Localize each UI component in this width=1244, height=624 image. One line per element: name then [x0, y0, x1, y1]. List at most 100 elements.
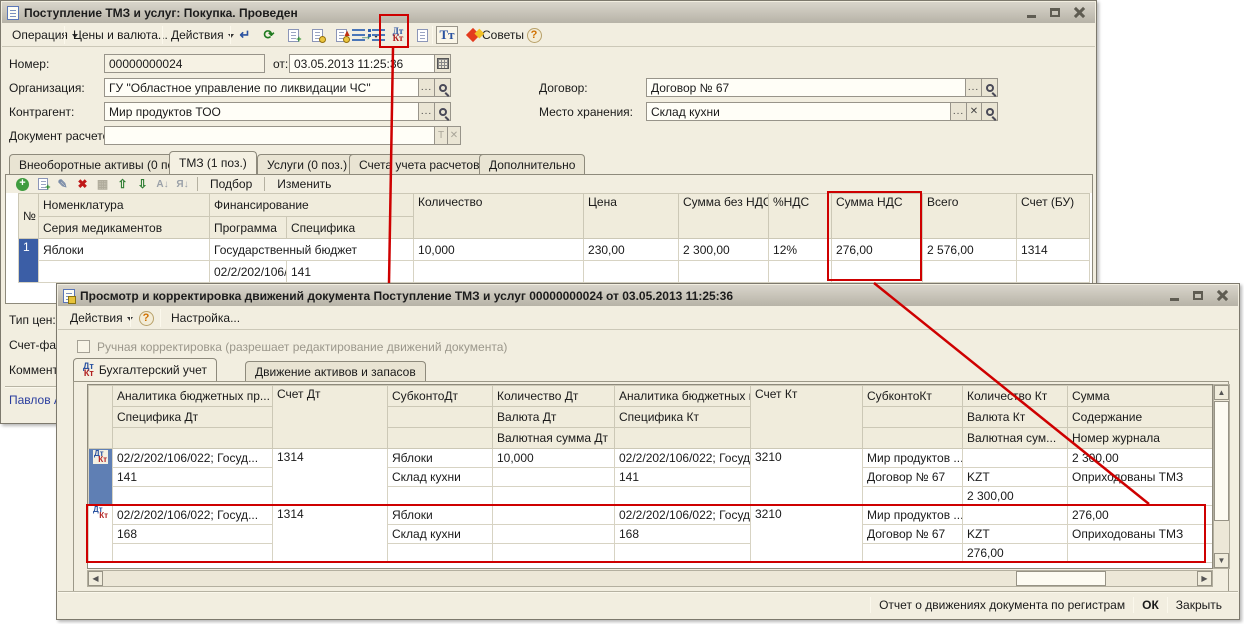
- cell[interactable]: 2 300,00: [1068, 449, 1213, 468]
- settings-button[interactable]: Настройка...: [165, 308, 246, 328]
- cell[interactable]: KZT: [963, 468, 1068, 487]
- table-row[interactable]: 1 Яблоки Государственный бюджет 10,000 2…: [19, 239, 1090, 261]
- contractor-input[interactable]: Мир продуктов ТОО: [104, 102, 419, 121]
- posting-row[interactable]: 2 300,00: [89, 487, 1213, 506]
- manual-correction-checkbox[interactable]: [77, 340, 90, 353]
- cell[interactable]: 02/2/202/106/022; Госуд...: [113, 449, 273, 468]
- cell[interactable]: [679, 261, 769, 283]
- tips-button[interactable]: Советы: [462, 25, 530, 45]
- posting-row[interactable]: 168 Склад кухни 168 Договор № 67 KZT Опр…: [89, 525, 1213, 544]
- organization-search-button[interactable]: [434, 78, 451, 97]
- minimize-button[interactable]: [1020, 5, 1042, 21]
- horizontal-scrollbar[interactable]: ◀ ▶: [87, 570, 1213, 587]
- scrollbar-thumb[interactable]: [1214, 401, 1229, 521]
- close-button[interactable]: [1068, 5, 1090, 21]
- cell[interactable]: [414, 261, 584, 283]
- ok-button[interactable]: ОК: [1134, 596, 1167, 614]
- cell[interactable]: 1314: [273, 449, 388, 506]
- tab-accounting[interactable]: ДтКт Бухгалтерский учет: [73, 358, 217, 381]
- cell[interactable]: [963, 449, 1068, 468]
- warehouse-clear-button[interactable]: [966, 102, 982, 121]
- settlement-doc-clear-button[interactable]: [447, 126, 461, 145]
- maximize-button[interactable]: [1044, 5, 1066, 21]
- cell[interactable]: 168: [615, 525, 751, 544]
- cell[interactable]: [832, 261, 923, 283]
- tab-additional[interactable]: Дополнительно: [479, 154, 585, 174]
- number-input[interactable]: 00000000024: [104, 54, 265, 73]
- cell[interactable]: 2 576,00: [923, 239, 1017, 261]
- cell[interactable]: 276,00: [1068, 506, 1213, 525]
- move-up-icon[interactable]: ⇧: [114, 176, 131, 192]
- posting-row[interactable]: 141 Склад кухни 141 Договор № 67 KZT Опр…: [89, 468, 1213, 487]
- cell[interactable]: Договор № 67: [863, 525, 963, 544]
- edit-icon[interactable]: ✎: [54, 176, 71, 192]
- cell[interactable]: [388, 544, 493, 563]
- cell[interactable]: Мир продуктов ...: [863, 506, 963, 525]
- contract-input[interactable]: Договор № 67: [646, 78, 966, 97]
- tab-assets-movement[interactable]: Движение активов и запасов: [245, 361, 426, 381]
- cell[interactable]: [493, 487, 615, 506]
- settlement-doc-type-button[interactable]: T: [434, 126, 448, 145]
- doc-list-icon[interactable]: [412, 26, 432, 44]
- cell[interactable]: [493, 525, 615, 544]
- dt-kt-icon[interactable]: ДтКт: [89, 449, 113, 506]
- cell[interactable]: [584, 261, 679, 283]
- warehouse-search-button[interactable]: [981, 102, 998, 121]
- dialog-title-bar[interactable]: Просмотр и корректировка движений докуме…: [58, 285, 1238, 306]
- cell[interactable]: [923, 261, 1017, 283]
- scrollbar-thumb[interactable]: [1016, 571, 1106, 586]
- cell[interactable]: Яблоки: [388, 449, 493, 468]
- contract-search-button[interactable]: [981, 78, 998, 97]
- cell[interactable]: [863, 544, 963, 563]
- structure-icon[interactable]: [348, 26, 368, 44]
- cell[interactable]: KZT: [963, 525, 1068, 544]
- refresh-post-icon[interactable]: ⟳: [259, 26, 279, 44]
- cell[interactable]: Яблоки: [39, 239, 210, 261]
- pick-button[interactable]: Подбор: [204, 177, 258, 191]
- cell[interactable]: 1314: [1017, 239, 1090, 261]
- cell[interactable]: 1314: [273, 506, 388, 563]
- vertical-scrollbar[interactable]: ▲ ▼: [1213, 384, 1230, 569]
- posting-row[interactable]: 276,00: [89, 544, 1213, 563]
- organization-select-button[interactable]: [418, 78, 435, 97]
- calendar-button[interactable]: [434, 54, 451, 73]
- cell[interactable]: 02/2/202/106/022; Государс...: [615, 449, 751, 468]
- cell[interactable]: [39, 261, 210, 283]
- tt-icon[interactable]: Тт: [435, 26, 459, 44]
- contract-select-button[interactable]: [965, 78, 982, 97]
- cell[interactable]: [493, 506, 615, 525]
- contractor-search-button[interactable]: [434, 102, 451, 121]
- cell[interactable]: [113, 544, 273, 563]
- sort-asc-icon[interactable]: А↓: [154, 176, 171, 192]
- cell[interactable]: 2 300,00: [679, 239, 769, 261]
- settlement-doc-input[interactable]: [104, 126, 435, 145]
- save-post-icon[interactable]: ↵: [235, 26, 255, 44]
- cell[interactable]: [493, 468, 615, 487]
- cell[interactable]: [1017, 261, 1090, 283]
- cell[interactable]: Склад кухни: [388, 468, 493, 487]
- cell[interactable]: Оприходованы ТМЗ: [1068, 525, 1213, 544]
- cell[interactable]: 2 300,00: [963, 487, 1068, 506]
- cell[interactable]: Мир продуктов ...: [863, 449, 963, 468]
- help-icon[interactable]: ?: [136, 309, 156, 327]
- cell[interactable]: 3210: [751, 449, 863, 506]
- cell[interactable]: 230,00: [584, 239, 679, 261]
- cell[interactable]: [769, 261, 832, 283]
- scroll-right-button[interactable]: ▶: [1197, 571, 1212, 586]
- close-dialog-button[interactable]: Закрыть: [1168, 596, 1230, 614]
- scroll-down-button[interactable]: ▼: [1214, 553, 1229, 568]
- actions-menu[interactable]: Действия: [165, 25, 240, 45]
- based-on-in-icon[interactable]: [307, 26, 327, 44]
- row-number-cell[interactable]: 1: [19, 239, 39, 283]
- cell[interactable]: 10,000: [493, 449, 615, 468]
- posting-row[interactable]: ДтКт 02/2/202/106/022; Госуд... 1314 Ябл…: [89, 449, 1213, 468]
- cell[interactable]: Оприходованы ТМЗ: [1068, 468, 1213, 487]
- cell[interactable]: [493, 544, 615, 563]
- tab-tmz[interactable]: ТМЗ (1 поз.): [169, 151, 257, 174]
- dialog-actions-menu[interactable]: Действия: [64, 308, 139, 328]
- help-icon[interactable]: ?: [524, 26, 544, 44]
- cell[interactable]: 276,00: [963, 544, 1068, 563]
- sort-desc-icon[interactable]: Я↓: [174, 176, 191, 192]
- cell[interactable]: 276,00: [832, 239, 923, 261]
- cell[interactable]: Склад кухни: [388, 525, 493, 544]
